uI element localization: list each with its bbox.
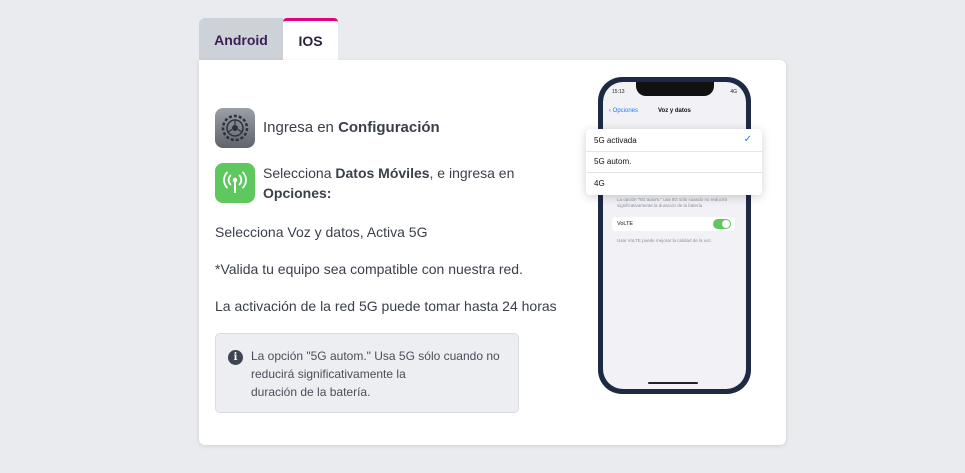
divider [586, 151, 762, 152]
tab-ios[interactable]: IOS [283, 18, 338, 61]
instruction-voz-datos: Selecciona Voz y datos, Activa 5G [215, 224, 428, 240]
platform-tabs: Android IOS [199, 18, 338, 61]
phone-5g-description: La opción "5G autom." usa 5G sólo cuando… [617, 197, 728, 208]
home-indicator [648, 382, 698, 384]
option-5g-activada: 5G activada [594, 136, 637, 145]
back-button: ‹ Opciones [609, 108, 639, 114]
instruction-compatibility: *Valida tu equipo sea compatible con nue… [215, 261, 523, 277]
antenna-icon [215, 163, 255, 203]
status-time: 15:13 [612, 89, 625, 95]
info-note: i La opción "5G autom." Usa 5G sólo cuan… [215, 333, 519, 413]
step-1-text: Ingresa en Configuración [263, 119, 440, 136]
instruction-activation-time: La activación de la red 5G puede tomar h… [215, 298, 557, 314]
volte-description: Usar VoLTE puede mejorar la calidad de l… [617, 238, 712, 243]
info-note-text: La opción "5G autom." Usa 5G sólo cuando… [251, 349, 500, 399]
info-icon: i [228, 350, 243, 365]
checkmark-icon: ✓ [743, 134, 752, 145]
volte-toggle [713, 219, 731, 229]
step-configuracion: Ingresa en Configuración [215, 108, 440, 148]
settings-icon [215, 108, 255, 148]
iphone-mockup: 15:13 4G ‹ Opciones Voz y datos La opció… [598, 77, 751, 394]
status-network: 4G [730, 89, 737, 95]
phone-nav-title: Voz y datos [658, 108, 691, 114]
step-datos-moviles: Selecciona Datos Móviles, e ingresa en O… [215, 163, 533, 203]
option-5g-autom: 5G autom. [594, 157, 632, 166]
divider [586, 172, 762, 173]
instructions-card: Ingresa en Configuración Selecciona Dato… [199, 60, 786, 445]
option-4g: 4G [594, 179, 605, 188]
step-2-text: Selecciona Datos Móviles, e ingresa en O… [263, 165, 515, 201]
network-options-popup: 5G activada ✓ 5G autom. 4G [586, 129, 762, 195]
volte-row: VoLTE [612, 217, 735, 231]
phone-notch [636, 82, 714, 96]
tab-android[interactable]: Android [199, 18, 283, 61]
